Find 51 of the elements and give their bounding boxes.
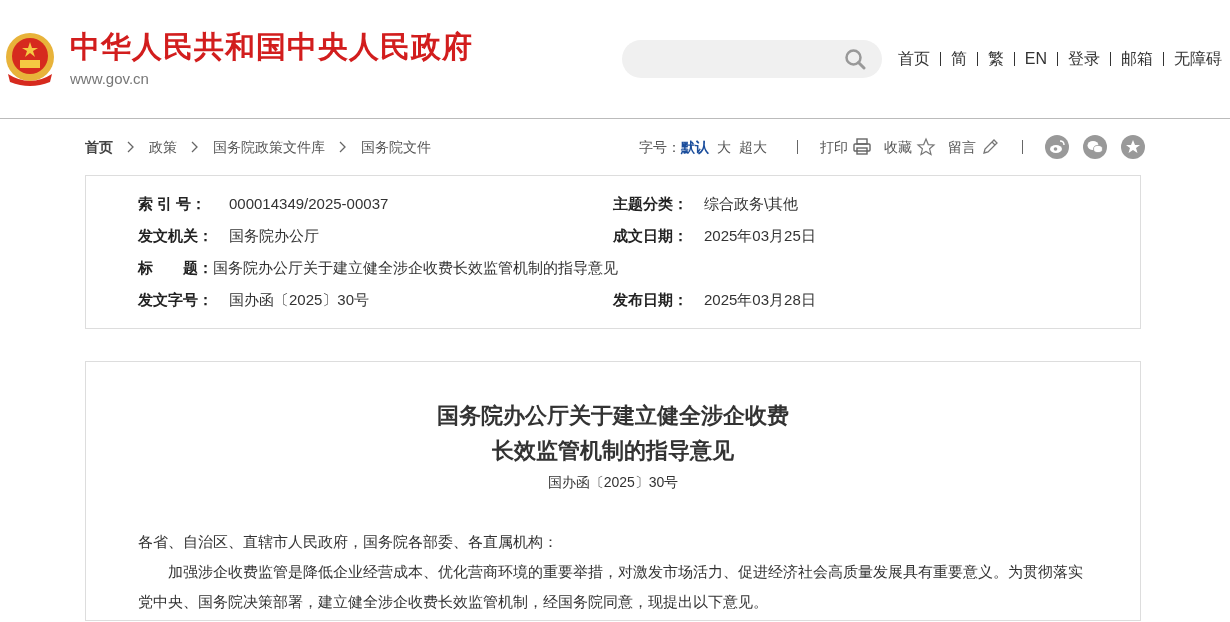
field-value: 综合政务\其他 xyxy=(704,193,799,214)
field-label: 发布日期： xyxy=(613,289,689,310)
field-value: 国务院办公厅 xyxy=(229,225,319,246)
pencil-icon[interactable] xyxy=(980,137,1000,157)
breadcrumb-link[interactable]: 国务院政策文件库 xyxy=(213,136,325,158)
field-label: 标 题： xyxy=(138,257,213,278)
nav-link[interactable]: 登录 xyxy=(1068,47,1100,71)
chat-bubbles-icon[interactable] xyxy=(1083,135,1107,159)
nav-link[interactable]: 首页 xyxy=(897,47,930,71)
field-value: 国办函〔2025〕30号 xyxy=(229,289,370,310)
field-label: 索 引 号： xyxy=(138,193,208,214)
article-title: 长效监管机制的指导意见 xyxy=(492,436,734,465)
breadcrumb-link[interactable]: 政策 xyxy=(149,136,177,158)
field-label: 发文字号： xyxy=(138,289,214,310)
font-size-option[interactable]: 超大 xyxy=(739,136,767,158)
nav-link[interactable]: EN xyxy=(1024,47,1047,71)
eye-share-icon[interactable] xyxy=(1045,135,1069,159)
breadcrumb-link[interactable]: 首页 xyxy=(85,136,113,158)
field-label: 发文机关： xyxy=(138,225,214,246)
salutation: 各省、自治区、直辖市人民政府，国务院各部委、各直属机构： xyxy=(138,532,559,552)
toolbar-link[interactable]: 打印 xyxy=(820,136,848,158)
font-size-option[interactable]: 大 xyxy=(717,136,731,158)
field-value: 国务院办公厅关于建立健全涉企收费长效监管机制的指导意见 xyxy=(213,257,618,278)
field-label: 成文日期： xyxy=(613,225,689,246)
font-size-label: 字号： xyxy=(639,137,681,157)
article-title: 国务院办公厅关于建立健全涉企收费 xyxy=(437,401,789,430)
body-paragraph: 加强涉企收费监管是降低企业经营成本、优化营商环境的重要举措，对激发市场活力、促进经济社会高质量发展具有重要意义。为贯彻落实党中央、国务院决策部署，建立健全涉企收费长效监管机制，经国务院同意，现提出以下意见。 xyxy=(138,562,1084,612)
font-size-option[interactable]: 默认 xyxy=(681,136,709,158)
document-number: 国办函〔2025〕30号 xyxy=(546,473,680,492)
nav-link[interactable]: 无障碍 xyxy=(1174,47,1222,71)
chevron-icon[interactable] xyxy=(127,141,135,153)
field-value: 2025年03月25日 xyxy=(704,225,816,246)
field-value: 000014349/2025-00037 xyxy=(229,193,389,214)
search-icon[interactable] xyxy=(843,48,866,70)
toolbar-link[interactable]: 留言 xyxy=(948,136,976,158)
nav-link[interactable]: 简 xyxy=(950,47,967,71)
breadcrumb-link[interactable]: 国务院文件 xyxy=(361,136,431,158)
chevron-icon[interactable] xyxy=(191,141,199,153)
chevron-icon[interactable] xyxy=(339,141,347,153)
toolbar-link[interactable]: 收藏 xyxy=(884,136,912,158)
emblem-icon[interactable] xyxy=(4,32,56,86)
printer-icon[interactable] xyxy=(852,137,872,157)
field-label: 主题分类： xyxy=(613,193,689,214)
star-outline-icon[interactable] xyxy=(916,137,936,157)
nav-link[interactable]: 繁 xyxy=(987,47,1004,71)
nav-link[interactable]: 邮箱 xyxy=(1121,47,1153,71)
star-badge-icon[interactable] xyxy=(1121,135,1145,159)
site-title[interactable]: 中华人民共和国中央人民政府 xyxy=(70,29,473,65)
site-url[interactable]: www.gov.cn xyxy=(70,69,473,89)
field-value: 2025年03月28日 xyxy=(704,289,816,310)
search-field[interactable] xyxy=(621,40,882,78)
